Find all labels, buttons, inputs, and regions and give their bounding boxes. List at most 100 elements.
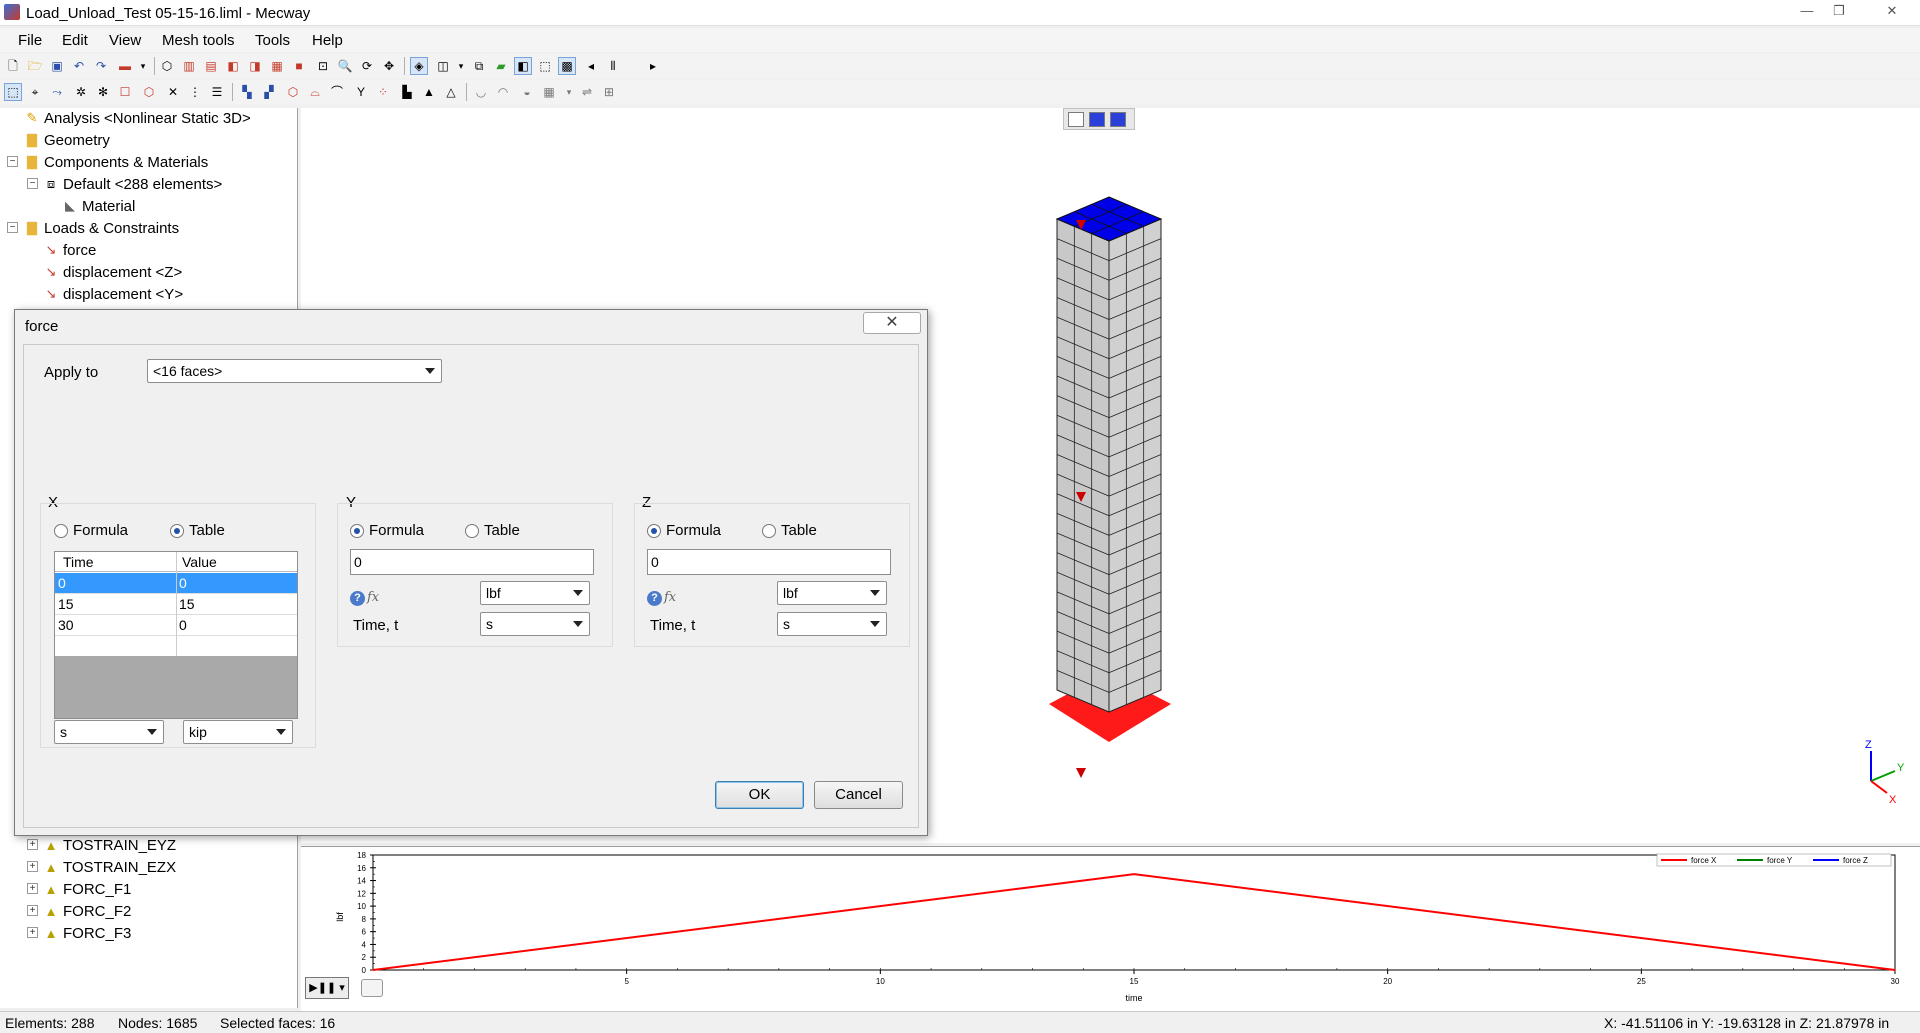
expand-components-icon[interactable]: − [7, 156, 18, 167]
select-face-icon[interactable]: ✲ [72, 83, 90, 101]
surface-tool-icon[interactable]: ◠ [494, 83, 512, 101]
x-value-unit-select[interactable]: kip [183, 720, 293, 744]
x-time-value-table[interactable]: Time Value 0 0 15 15 30 0 [54, 551, 298, 719]
view-iso-icon[interactable]: ⬡ [158, 57, 176, 75]
z-time-unit-select[interactable]: s [777, 612, 887, 636]
expand-forc-f3-icon[interactable]: + [27, 927, 38, 938]
y-help-icon[interactable]: ? fx [350, 588, 379, 606]
loft-icon[interactable]: ◒ [518, 83, 536, 101]
next-step-icon[interactable]: ▸ [644, 57, 662, 75]
curve-icon[interactable]: ◡ [472, 83, 490, 101]
restore-button[interactable]: ❐ [1824, 0, 1854, 22]
list-icon[interactable]: ☰ [208, 83, 226, 101]
y-formula-input[interactable]: 0 [350, 549, 594, 575]
renumber-icon[interactable]: ▙ [398, 83, 416, 101]
play-pause-button[interactable]: ▶❚❚ ▾ [305, 977, 349, 999]
y-table-radio[interactable]: Table [465, 522, 520, 539]
triangle-icon[interactable]: ▲ [420, 83, 438, 101]
y-time-unit-select[interactable]: s [480, 612, 590, 636]
tree-item-analysis[interactable]: ✎ Analysis <Nonlinear Static 3D> [24, 108, 251, 128]
view-back-icon[interactable]: ▤ [202, 57, 220, 75]
menu-edit[interactable]: Edit [62, 32, 88, 49]
tree-item-default[interactable]: ⧈ Default <288 elements> [43, 174, 222, 194]
previous-step-icon[interactable]: ◂ [582, 57, 600, 75]
new-file-icon[interactable]: 🗋 [4, 57, 22, 75]
open-file-icon[interactable]: 🗁 [26, 57, 44, 75]
zoom-window-icon[interactable]: ⊡ [314, 57, 332, 75]
z-unit-select[interactable]: lbf [777, 581, 887, 605]
table-icon[interactable]: ⊞ [600, 83, 618, 101]
save-icon[interactable]: ▣ [48, 57, 66, 75]
align-icon[interactable]: ⇌ [578, 83, 596, 101]
view-right-icon[interactable]: ◨ [246, 57, 264, 75]
tree-item-tostrain-ezx[interactable]: ▲ TOSTRAIN_EZX [43, 857, 177, 877]
minimize-button[interactable]: — [1792, 0, 1822, 22]
redo-icon[interactable]: ↷ [92, 57, 110, 75]
z-help-icon[interactable]: ? fx [647, 588, 676, 606]
deselect-icon[interactable]: ✕ [164, 83, 182, 101]
cell-time[interactable]: 0 [58, 575, 66, 591]
perspective-icon[interactable]: ◈ [410, 57, 428, 75]
pan-icon[interactable]: ✥ [380, 57, 398, 75]
menu-tools[interactable]: Tools [255, 32, 290, 49]
solve-dropdown-icon[interactable]: ▾ [134, 57, 152, 75]
time-slider-handle[interactable] [361, 979, 383, 997]
tree-item-forc-f1[interactable]: ▲ FORC_F1 [43, 879, 132, 899]
tree-item-force[interactable]: ↘ force [43, 240, 97, 260]
cell-time[interactable]: 30 [58, 617, 74, 633]
expand-tostrain-eyz-icon[interactable]: + [27, 839, 38, 850]
select-icon[interactable]: ⬚ [4, 83, 22, 101]
zoom-icon[interactable]: 🔍 [336, 57, 354, 75]
view-bottom-icon[interactable]: ■ [290, 57, 308, 75]
rotate-icon[interactable]: ⟳ [358, 57, 376, 75]
z-formula-input[interactable]: 0 [647, 549, 891, 575]
x-formula-radio[interactable]: Formula [54, 522, 128, 539]
surface-icon[interactable]: ▰ [492, 57, 510, 75]
tree-item-forc-f3[interactable]: ▲ FORC_F3 [43, 923, 132, 943]
outline-triangle-icon[interactable]: △ [442, 83, 460, 101]
section-icon[interactable]: ◫ [434, 57, 452, 75]
x-time-unit-select[interactable]: s [54, 720, 164, 744]
view-top-icon[interactable]: ▦ [268, 57, 286, 75]
tree-item-loads[interactable]: ▇ Loads & Constraints [24, 218, 179, 238]
apply-to-select[interactable]: <16 faces> [147, 359, 442, 383]
filter-icon[interactable]: ⋮ [186, 83, 204, 101]
menu-file[interactable]: File [18, 32, 42, 49]
mesh-icon[interactable]: ▩ [558, 57, 576, 75]
z-formula-radio[interactable]: Formula [647, 522, 721, 539]
z-table-radio[interactable]: Table [762, 522, 817, 539]
tree-item-displacement-y[interactable]: ↘ displacement <Y> [43, 284, 184, 304]
cell-time[interactable]: 15 [58, 596, 74, 612]
add-constraint-icon[interactable]: ▞ [260, 83, 278, 101]
y-unit-select[interactable]: lbf [480, 581, 590, 605]
add-load-icon[interactable]: ▚ [238, 83, 256, 101]
extrude-icon[interactable]: ⌒ [328, 83, 346, 101]
cell-value[interactable]: 0 [179, 575, 187, 591]
expand-loads-icon[interactable]: − [7, 222, 18, 233]
tree-item-forc-f2[interactable]: ▲ FORC_F2 [43, 901, 132, 921]
grid-icon[interactable]: ▦ [540, 83, 558, 101]
y-formula-radio[interactable]: Formula [350, 522, 424, 539]
view-left-icon[interactable]: ◧ [224, 57, 242, 75]
section-dropdown-icon[interactable]: ▾ [452, 57, 470, 75]
tree-item-displacement-z[interactable]: ↘ displacement <Z> [43, 262, 183, 282]
grid-dropdown-icon[interactable]: ▾ [560, 83, 578, 101]
merge-icon[interactable]: ⁘ [374, 83, 392, 101]
tree-item-tostrain-eyz[interactable]: ▲ TOSTRAIN_EYZ [43, 835, 177, 855]
cell-value[interactable]: 0 [179, 617, 187, 633]
expand-forc-f1-icon[interactable]: + [27, 883, 38, 894]
x-table-radio[interactable]: Table [170, 522, 225, 539]
expand-tostrain-ezx-icon[interactable]: + [27, 861, 38, 872]
ok-button[interactable]: OK [715, 781, 804, 809]
hide-icon[interactable]: ⧉ [470, 57, 488, 75]
tree-item-components[interactable]: ▇ Components & Materials [24, 152, 208, 172]
wireframe-icon[interactable]: ⬚ [536, 57, 554, 75]
step-slider-icon[interactable]: ⦀ [604, 57, 622, 75]
close-button[interactable]: ✕ [1868, 0, 1916, 22]
solve-icon[interactable]: ▬ [116, 57, 134, 75]
expand-forc-f2-icon[interactable]: + [27, 905, 38, 916]
dialog-close-button[interactable]: ✕ [863, 312, 921, 334]
view-front-icon[interactable]: ▥ [180, 57, 198, 75]
menu-help[interactable]: Help [312, 32, 343, 49]
expand-default-icon[interactable]: − [27, 178, 38, 189]
